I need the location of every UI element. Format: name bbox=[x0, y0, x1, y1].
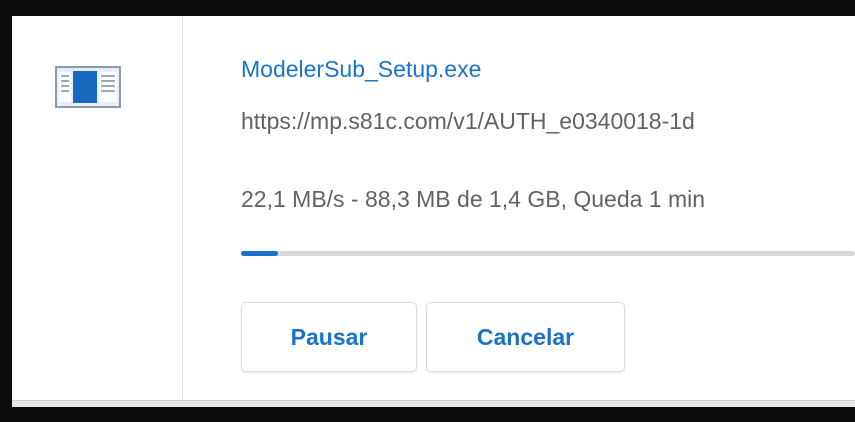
action-buttons: Pausar Cancelar bbox=[241, 302, 625, 372]
progress-fill bbox=[241, 251, 278, 256]
download-item: ModelerSub_Setup.exe https://mp.s81c.com… bbox=[12, 16, 855, 407]
pause-button[interactable]: Pausar bbox=[241, 302, 417, 372]
shelf-bottom-edge bbox=[12, 400, 855, 407]
file-name-link[interactable]: ModelerSub_Setup.exe bbox=[241, 56, 481, 83]
file-icon-column bbox=[12, 16, 183, 406]
source-url: https://mp.s81c.com/v1/AUTH_e0340018-1d bbox=[241, 108, 695, 134]
cancel-button[interactable]: Cancelar bbox=[426, 302, 625, 372]
download-details: ModelerSub_Setup.exe https://mp.s81c.com… bbox=[241, 16, 855, 406]
download-status: 22,1 MB/s - 88,3 MB de 1,4 GB, Queda 1 m… bbox=[241, 186, 706, 212]
installer-file-icon bbox=[55, 66, 121, 108]
progress-bar bbox=[241, 251, 855, 256]
